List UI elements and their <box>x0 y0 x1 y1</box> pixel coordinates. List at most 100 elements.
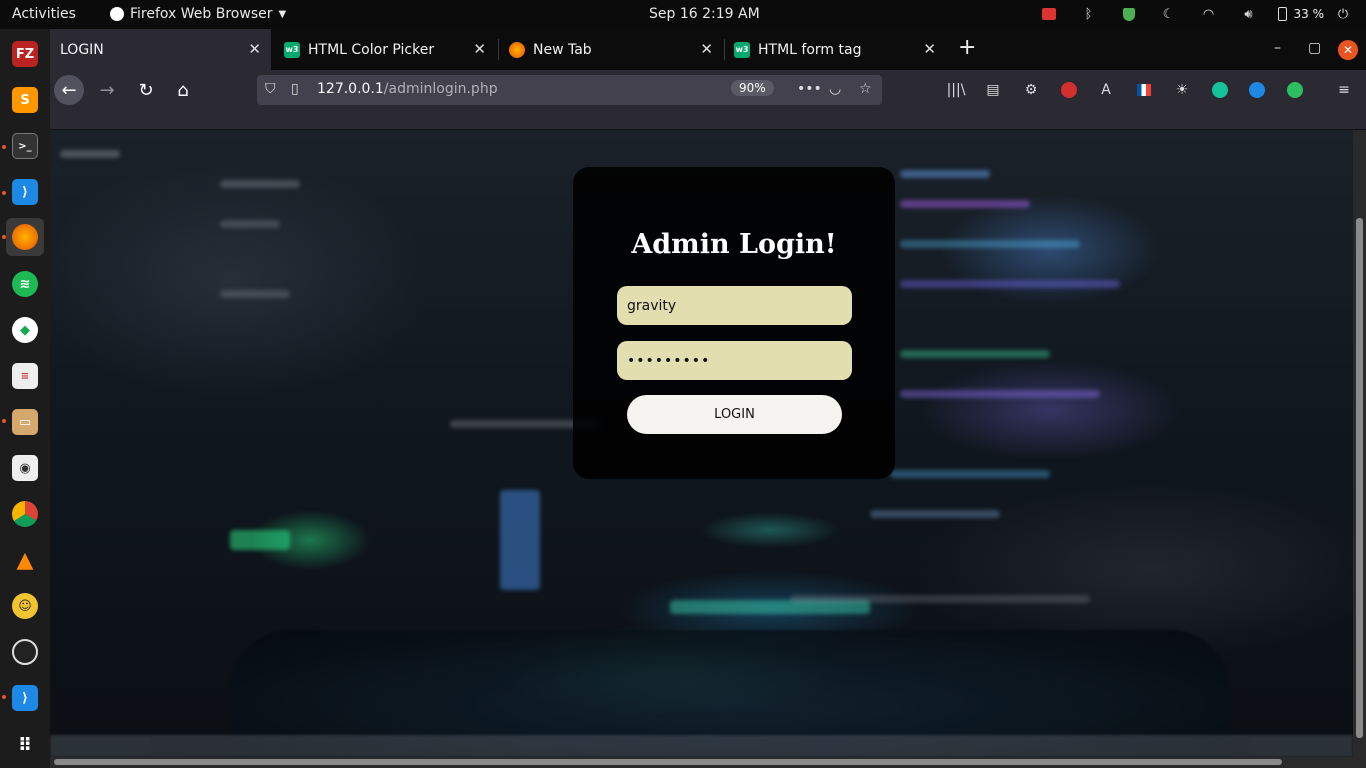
ublock-icon[interactable] <box>1059 80 1079 100</box>
power-menu-icon[interactable]: ⏻ <box>1330 4 1356 24</box>
evernote-icon[interactable] <box>1285 80 1305 100</box>
background-blur <box>900 350 1050 358</box>
password-input[interactable] <box>617 341 852 380</box>
login-card: Admin Login! LOGIN <box>573 167 895 479</box>
shield-icon[interactable] <box>1116 4 1142 24</box>
grammarly-icon[interactable] <box>1210 80 1230 100</box>
indicator-icon[interactable] <box>1036 4 1062 24</box>
toolbar-spacer <box>50 110 1366 130</box>
volume-icon[interactable]: 🔊︎ <box>1236 4 1262 24</box>
app-menu[interactable]: Firefox Web Browser ▼ <box>110 6 286 22</box>
maximize-button[interactable]: ▢ <box>1308 40 1321 56</box>
pocket-icon[interactable]: ◡ <box>829 81 841 97</box>
obs-icon <box>12 639 38 665</box>
close-icon[interactable]: ✕ <box>473 40 486 58</box>
night-light-icon[interactable]: ☾ <box>1156 4 1182 24</box>
login-button[interactable]: LOGIN <box>627 395 842 434</box>
vscode-launcher[interactable]: ⟩ <box>6 173 44 211</box>
background-blur <box>500 490 540 590</box>
speaker-icon: ◉ <box>12 455 38 481</box>
tab-label: LOGIN <box>60 41 104 58</box>
obs-launcher[interactable] <box>6 633 44 671</box>
mongodb-icon: ◆ <box>12 317 38 343</box>
window-close-button[interactable]: ✕ <box>1338 40 1358 60</box>
scrollbar-thumb[interactable] <box>54 759 1282 765</box>
filezilla-launcher[interactable]: FZ <box>6 35 44 73</box>
home-button[interactable]: ⌂ <box>168 75 198 105</box>
tab-label: HTML Color Picker <box>308 41 435 58</box>
activities-button[interactable]: Activities <box>12 6 76 22</box>
background-blur <box>220 220 280 228</box>
background-blur <box>890 470 1050 478</box>
system-tray[interactable]: ᛒ ☾ ◠ 🔊︎ 33 % ⏻ <box>1022 4 1357 24</box>
new-tab-button[interactable]: + <box>958 37 976 59</box>
firefox-launcher[interactable] <box>6 218 44 256</box>
chevron-down-icon: ▼ <box>278 8 287 20</box>
document-viewer-launcher[interactable]: ≡ <box>6 357 44 395</box>
vlc-launcher[interactable]: ▲ <box>6 541 44 579</box>
spotify-launcher[interactable]: ≋ <box>6 265 44 303</box>
sublime-launcher[interactable]: S <box>6 81 44 119</box>
mongodb-launcher[interactable]: ◆ <box>6 311 44 349</box>
page-actions-icon[interactable]: ••• <box>797 81 822 97</box>
shield-icon[interactable]: ⛉ <box>265 81 276 97</box>
back-button[interactable]: ← <box>54 75 84 105</box>
vscode-launcher-2[interactable]: ⟩ <box>6 679 44 717</box>
close-icon[interactable]: ✕ <box>248 40 261 58</box>
library-icon[interactable]: |||\ <box>946 80 966 100</box>
reload-button[interactable]: ↻ <box>131 75 161 105</box>
clock[interactable]: Sep 16 2:19 AM <box>649 6 760 22</box>
app-grid-icon: ⠿ <box>17 734 33 756</box>
chrome-launcher[interactable] <box>6 495 44 533</box>
horizontal-scrollbar[interactable] <box>50 757 1366 768</box>
url-host: 127.0.0.1 <box>317 81 384 97</box>
battery-icon[interactable] <box>1276 4 1290 24</box>
extension-icon[interactable]: ⚙ <box>1021 80 1041 100</box>
background-blur <box>60 150 120 158</box>
tab-html-color-picker[interactable]: w3 HTML Color Picker ✕ <box>274 29 496 70</box>
background-blur <box>900 390 1100 398</box>
background-blur <box>230 530 290 550</box>
bluetooth-icon[interactable]: ᛒ <box>1076 4 1102 24</box>
wifi-icon[interactable]: ◠ <box>1196 4 1222 24</box>
tab-html-form-tag[interactable]: w3 HTML form tag ✕ <box>724 29 946 70</box>
tab-login[interactable]: LOGIN ✕ <box>50 29 271 70</box>
close-icon[interactable]: ✕ <box>700 40 713 58</box>
show-apps-button[interactable]: ⠿ <box>6 726 44 764</box>
url-path: /adminlogin.php <box>383 81 498 97</box>
background-blur <box>900 280 1120 288</box>
clock-extension-icon[interactable] <box>1247 80 1267 100</box>
navigation-toolbar: ← → ↻ ⌂ ⛉ ▯ 127.0.0.1/adminlogin.php 90%… <box>50 70 1366 110</box>
vertical-scrollbar[interactable] <box>1353 130 1366 757</box>
font-extension-icon[interactable]: A <box>1096 80 1116 100</box>
kolourpaint-launcher[interactable]: ☺ <box>6 587 44 625</box>
minimize-button[interactable]: – <box>1274 40 1281 56</box>
bookmark-star-icon[interactable]: ☆ <box>859 81 872 97</box>
sidebar-icon[interactable]: ▤ <box>983 80 1003 100</box>
tab-new-tab[interactable]: New Tab ✕ <box>499 29 723 70</box>
background-blur <box>900 240 1080 248</box>
filezilla-icon: FZ <box>12 41 38 67</box>
username-input[interactable] <box>617 286 852 325</box>
url-text[interactable]: 127.0.0.1/adminlogin.php <box>317 81 498 97</box>
forward-button[interactable]: → <box>92 75 122 105</box>
terminal-icon: >_ <box>12 133 38 159</box>
login-title: Admin Login! <box>631 229 837 260</box>
rhythmbox-launcher[interactable]: ◉ <box>6 449 44 487</box>
zoom-indicator[interactable]: 90% <box>731 80 774 96</box>
hamburger-menu-icon[interactable]: ≡ <box>1334 80 1354 100</box>
battery-percentage[interactable]: 33 % <box>1294 7 1325 21</box>
sun-extension-icon[interactable]: ☀ <box>1172 80 1192 100</box>
files-launcher[interactable]: ▭ <box>6 403 44 441</box>
terminal-launcher[interactable]: >_ <box>6 127 44 165</box>
files-icon: ▭ <box>12 409 38 435</box>
url-bar[interactable]: ⛉ ▯ 127.0.0.1/adminlogin.php 90% ••• ◡ ☆ <box>257 75 882 105</box>
flag-extension-icon[interactable] <box>1134 80 1154 100</box>
scrollbar-thumb[interactable] <box>1356 218 1363 738</box>
w3schools-icon: w3 <box>734 41 750 58</box>
system-top-bar: Activities Firefox Web Browser ▼ Sep 16 … <box>0 0 1366 29</box>
close-icon[interactable]: ✕ <box>923 40 936 58</box>
spotify-icon: ≋ <box>12 271 38 297</box>
page-info-icon[interactable]: ▯ <box>291 81 299 97</box>
app-menu-label: Firefox Web Browser <box>130 6 273 22</box>
